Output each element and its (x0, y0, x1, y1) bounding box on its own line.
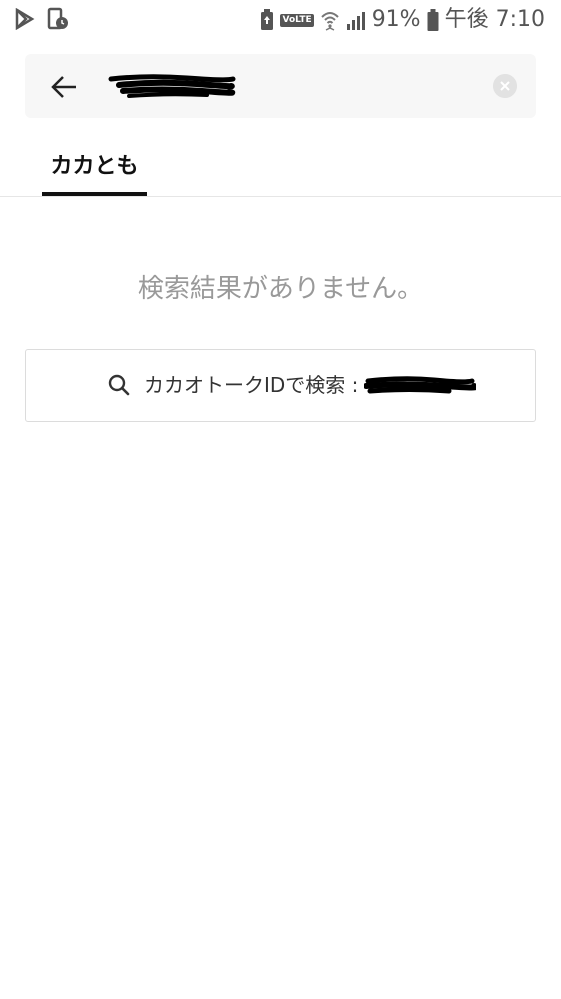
battery-saver-icon (261, 9, 274, 30)
battery-percent: 91% (371, 7, 421, 32)
tab-divider (0, 196, 561, 197)
back-arrow-icon[interactable] (49, 72, 79, 102)
clock: 午後 7:10 (444, 7, 545, 32)
signal-icon (346, 12, 365, 30)
wifi-icon (320, 12, 339, 31)
battery-icon (427, 9, 439, 31)
search-bar[interactable] (25, 54, 536, 118)
screen-record-icon (47, 7, 68, 30)
search-by-id-label: カカオトークIDで検索 : (144, 373, 359, 397)
tab-kakatomo[interactable]: カカとも (42, 138, 147, 196)
status-left-icons (15, 7, 69, 31)
empty-results-message: 検索結果がありません。 (137, 274, 424, 304)
play-store-notification-icon (15, 8, 35, 30)
search-id-redacted (364, 376, 477, 394)
clear-icon[interactable] (493, 74, 517, 98)
tab-label: カカとも (50, 154, 139, 179)
search-icon (108, 374, 130, 396)
status-right-icons: VoLTE 91% 午後 7:10 (260, 6, 545, 34)
volte-icon: VoLTE (280, 13, 314, 27)
search-query-redacted[interactable] (107, 71, 237, 101)
search-by-id-content: カカオトークIDで検索 : (108, 372, 477, 398)
status-bar: VoLTE 91% 午後 7:10 (0, 0, 561, 40)
search-by-id-button[interactable]: カカオトークIDで検索 : (25, 349, 536, 422)
